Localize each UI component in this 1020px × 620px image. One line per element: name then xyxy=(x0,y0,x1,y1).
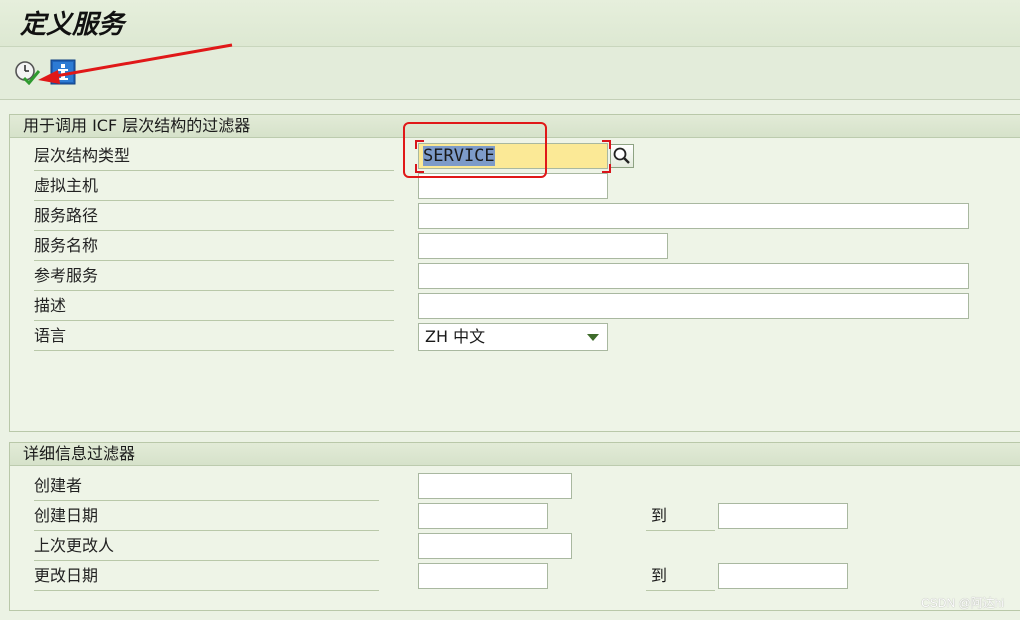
field-row-reference-service: 参考服务 xyxy=(10,262,1020,292)
watermark: CSDN @阿达hi xyxy=(921,596,1004,610)
field-row-service-path: 服务路径 xyxy=(10,202,1020,232)
hierarchy-type-value: SERVICE xyxy=(423,146,495,166)
focus-corner-mark xyxy=(415,140,424,149)
changed-on-to-input[interactable] xyxy=(718,563,848,589)
search-help-button[interactable] xyxy=(610,144,634,168)
details-filter-group-header: 详细信息过滤器 xyxy=(10,443,1020,466)
execute-clock-check-icon xyxy=(15,61,41,86)
created-on-to-input[interactable] xyxy=(718,503,848,529)
language-label: 语言 xyxy=(34,322,394,351)
field-row-created-on: 创建日期 到 xyxy=(10,502,1020,532)
icf-filter-group-header: 用于调用 ICF 层次结构的过滤器 xyxy=(10,115,1020,138)
created-on-from-input[interactable] xyxy=(418,503,548,529)
field-row-last-changed-by: 上次更改人 xyxy=(10,532,1020,562)
field-row-language: 语言 ZH 中文 xyxy=(10,322,1020,352)
page-title: 定义服务 xyxy=(20,10,125,40)
last-changed-by-input[interactable] xyxy=(418,533,572,559)
focus-corner-mark xyxy=(602,140,611,149)
service-name-input[interactable] xyxy=(418,233,668,259)
virtual-host-label: 虚拟主机 xyxy=(34,172,394,201)
field-row-hierarchy-type: 层次结构类型 SERVICE xyxy=(10,140,1020,173)
application-toolbar xyxy=(0,47,1020,100)
created-by-input[interactable] xyxy=(418,473,572,499)
created-by-label: 创建者 xyxy=(34,472,379,501)
language-dropdown[interactable]: ZH 中文 xyxy=(418,323,608,351)
created-on-to-label: 到 xyxy=(646,502,715,531)
description-label: 描述 xyxy=(34,292,394,321)
info-icon xyxy=(50,59,76,85)
changed-on-label: 更改日期 xyxy=(34,562,379,591)
changed-on-to-label: 到 xyxy=(646,562,715,591)
service-path-input[interactable] xyxy=(418,203,969,229)
last-changed-by-label: 上次更改人 xyxy=(34,532,379,561)
field-row-virtual-host: 虚拟主机 xyxy=(10,172,1020,202)
hierarchy-type-input[interactable]: SERVICE xyxy=(418,143,608,169)
field-row-created-by: 创建者 xyxy=(10,472,1020,502)
hierarchy-type-label: 层次结构类型 xyxy=(34,142,394,171)
info-button[interactable] xyxy=(50,59,76,85)
field-row-service-name: 服务名称 xyxy=(10,232,1020,262)
details-filter-group: 详细信息过滤器 创建者 创建日期 到 上次更改人 更改日期 到 xyxy=(9,442,1020,611)
created-on-label: 创建日期 xyxy=(34,502,379,531)
title-bar: 定义服务 xyxy=(0,0,1020,47)
execute-button[interactable] xyxy=(14,59,41,86)
virtual-host-input[interactable] xyxy=(418,173,608,199)
description-input[interactable] xyxy=(418,293,969,319)
dropdown-arrow-icon xyxy=(587,334,599,341)
icf-filter-group: 用于调用 ICF 层次结构的过滤器 层次结构类型 SERVICE 虚拟主机 服务… xyxy=(9,114,1020,432)
field-row-description: 描述 xyxy=(10,292,1020,322)
language-selected-value: ZH 中文 xyxy=(425,327,486,346)
reference-service-input[interactable] xyxy=(418,263,969,289)
changed-on-from-input[interactable] xyxy=(418,563,548,589)
service-path-label: 服务路径 xyxy=(34,202,394,231)
reference-service-label: 参考服务 xyxy=(34,262,394,291)
magnifier-icon xyxy=(613,147,630,164)
field-row-changed-on: 更改日期 到 xyxy=(10,562,1020,592)
service-name-label: 服务名称 xyxy=(34,232,394,261)
